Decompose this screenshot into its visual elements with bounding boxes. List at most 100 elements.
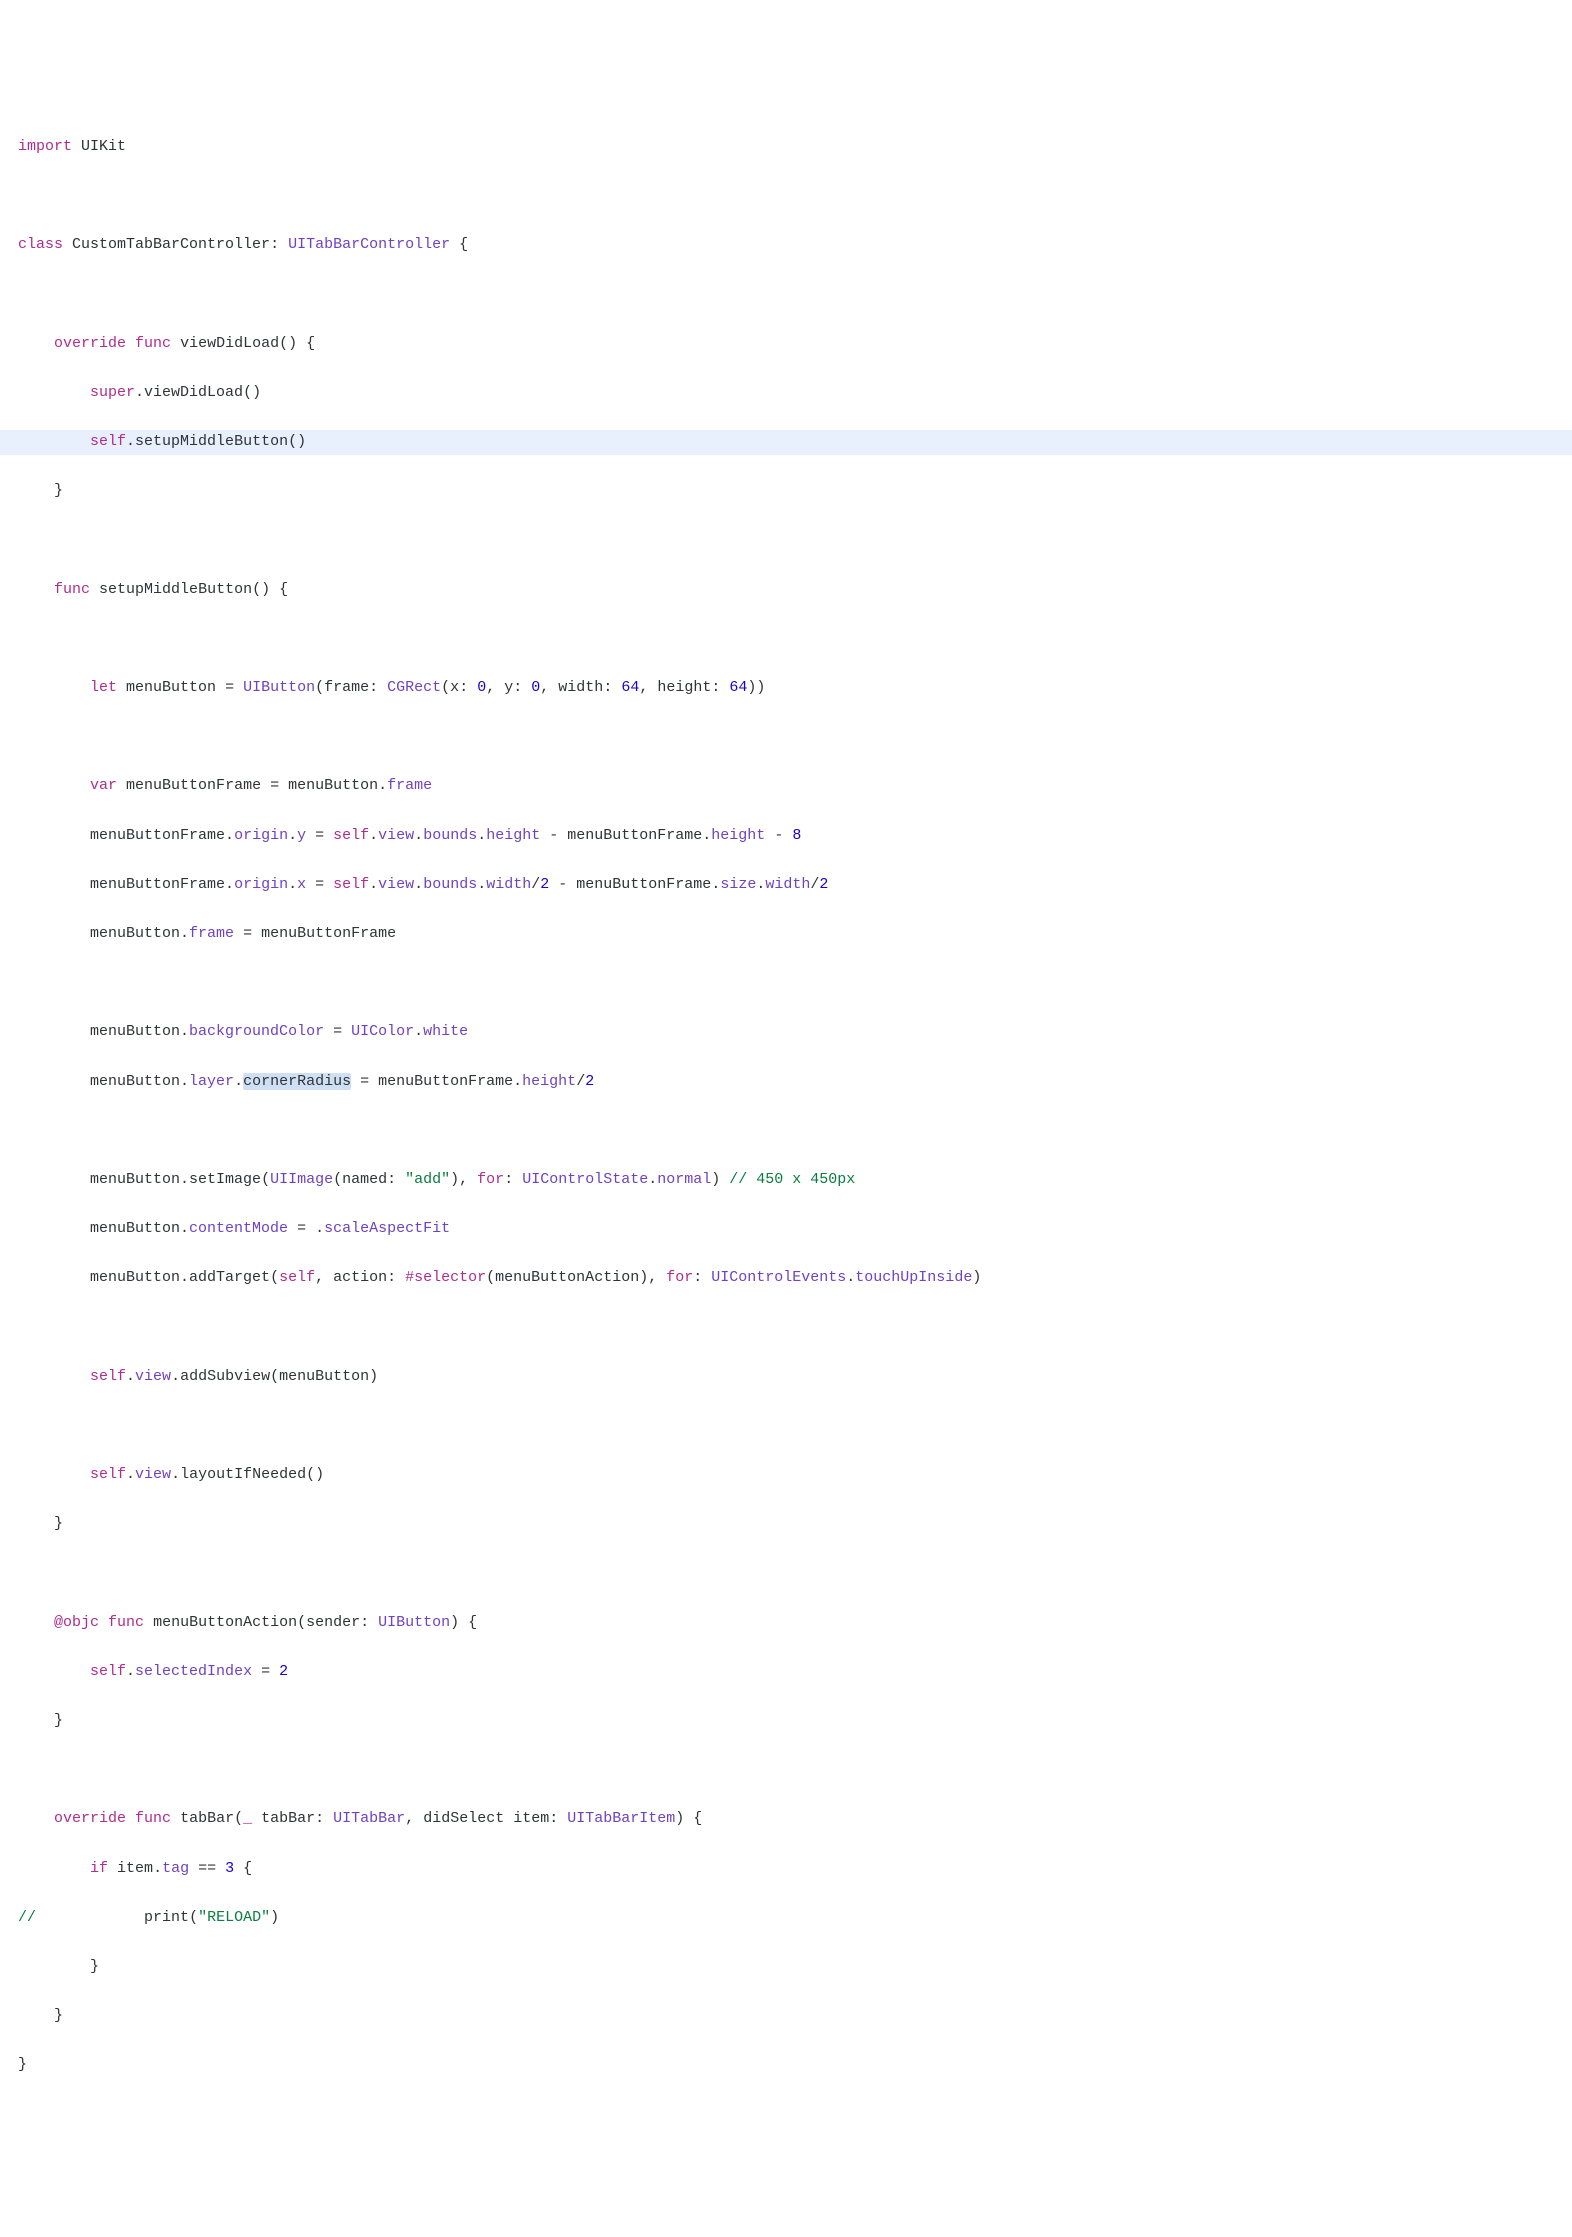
prop-y: y: [297, 827, 306, 844]
kw-if: if: [90, 1860, 108, 1877]
code-line: [18, 1119, 1554, 1144]
prop-origin: origin: [234, 827, 288, 844]
type-uiimage: UIImage: [270, 1171, 333, 1188]
code-line: [18, 725, 1554, 750]
prop-x: x: [297, 876, 306, 893]
call-addtarget: addTarget: [189, 1269, 270, 1286]
code-line: self.selectedIndex = 2: [18, 1660, 1554, 1685]
kw-selector: #selector: [405, 1269, 486, 1286]
code-line: }: [18, 479, 1554, 504]
prop-frame: frame: [387, 777, 432, 794]
arg-sender: sender: [306, 1614, 360, 1631]
prop-size: size: [720, 876, 756, 893]
kw-for: for: [666, 1269, 693, 1286]
call-setimage: setImage: [189, 1171, 261, 1188]
code-line: }: [18, 1709, 1554, 1734]
kw-self: self: [90, 433, 126, 450]
expr: menuButtonFrame: [378, 1073, 513, 1090]
prop-touchupinside: touchUpInside: [855, 1269, 972, 1286]
code-line: override func tabBar(_ tabBar: UITabBar,…: [18, 1807, 1554, 1832]
code-line: menuButton.layer.cornerRadius = menuButt…: [18, 1070, 1554, 1095]
prop-scaleaspectfit: scaleAspectFit: [324, 1220, 450, 1237]
code-line: import UIKit: [18, 135, 1554, 160]
code-line-highlighted: self.setupMiddleButton(): [0, 430, 1572, 455]
code-editor[interactable]: import UIKit class CustomTabBarControlle…: [0, 98, 1572, 2114]
superclass: UITabBarController: [288, 236, 450, 253]
prop-tag: tag: [162, 1860, 189, 1877]
arg-action: action: [333, 1269, 387, 1286]
expr: menuButtonFrame: [261, 925, 396, 942]
code-line: menuButtonFrame.origin.x = self.view.bou…: [18, 873, 1554, 898]
num: 2: [279, 1663, 288, 1680]
expr: menuButton: [90, 1220, 180, 1237]
code-line: [18, 283, 1554, 308]
prop-normal: normal: [657, 1171, 711, 1188]
code-line: class CustomTabBarController: UITabBarCo…: [18, 233, 1554, 258]
kw-for: for: [477, 1171, 504, 1188]
num: 2: [540, 876, 549, 893]
code-line: [18, 627, 1554, 652]
type-uicontrolevents: UIControlEvents: [711, 1269, 846, 1286]
param-didselect: didSelect: [423, 1810, 504, 1827]
kw-let: let: [90, 679, 117, 696]
call-setupmiddlebutton: setupMiddleButton: [135, 433, 288, 450]
string: "add": [405, 1171, 450, 1188]
code-line: [18, 971, 1554, 996]
arg-y: y: [504, 679, 513, 696]
prop-view: view: [135, 1466, 171, 1483]
kw-class: class: [18, 236, 63, 253]
kw-override: override: [54, 335, 126, 352]
param-tabbar: tabBar: [261, 1810, 315, 1827]
type-uicolor: UIColor: [351, 1023, 414, 1040]
arg-width: width: [558, 679, 603, 696]
code-line: [18, 1315, 1554, 1340]
class-name: CustomTabBarController: [72, 236, 270, 253]
prop-bounds: bounds: [423, 876, 477, 893]
expr: menuButton: [90, 925, 180, 942]
param-item: item: [513, 1810, 549, 1827]
code-line: menuButton.addTarget(self, action: #sele…: [18, 1266, 1554, 1291]
prop-bounds: bounds: [423, 827, 477, 844]
code-line: }: [18, 1512, 1554, 1537]
comment: // 450 x 450px: [729, 1171, 855, 1188]
kw-import: import: [18, 138, 72, 155]
expr: menuButtonFrame: [90, 827, 225, 844]
kw-func: func: [135, 1810, 171, 1827]
code-line: menuButton.backgroundColor = UIColor.whi…: [18, 1020, 1554, 1045]
kw-self: self: [90, 1466, 126, 1483]
kw-func: func: [135, 335, 171, 352]
type-uibutton: UIButton: [378, 1614, 450, 1631]
type-uibutton: UIButton: [243, 679, 315, 696]
code-line: [18, 1414, 1554, 1439]
fn-tabbar: tabBar: [180, 1810, 234, 1827]
text-selection: cornerRadius: [243, 1073, 351, 1090]
kw-self: self: [333, 876, 369, 893]
var-menubuttonframe: menuButtonFrame: [126, 777, 261, 794]
code-line: func setupMiddleButton() {: [18, 578, 1554, 603]
code-line: if item.tag == 3 {: [18, 1857, 1554, 1882]
code-line: // print("RELOAD"): [18, 1906, 1554, 1931]
call-print: print: [144, 1909, 189, 1926]
type-cgrect: CGRect: [387, 679, 441, 696]
kw-underscore: _: [243, 1810, 252, 1827]
prop-view: view: [135, 1368, 171, 1385]
code-line: }: [18, 1955, 1554, 1980]
type-uitabbar: UITabBar: [333, 1810, 405, 1827]
code-line: [18, 1561, 1554, 1586]
comment-marker: //: [18, 1909, 36, 1926]
expr-item: item: [117, 1860, 153, 1877]
kw-self: self: [333, 827, 369, 844]
prop-height: height: [522, 1073, 576, 1090]
prop-width: width: [765, 876, 810, 893]
kw-super: super: [90, 384, 135, 401]
kw-self: self: [279, 1269, 315, 1286]
prop-height: height: [486, 827, 540, 844]
code-line: }: [18, 2053, 1554, 2078]
prop-frame: frame: [189, 925, 234, 942]
arg-menubutton: menuButton: [279, 1368, 369, 1385]
string: "RELOAD": [198, 1909, 270, 1926]
num: 8: [792, 827, 801, 844]
expr: menuButton: [90, 1073, 180, 1090]
prop-selectedindex: selectedIndex: [135, 1663, 252, 1680]
call-viewdidload: viewDidLoad: [144, 384, 243, 401]
